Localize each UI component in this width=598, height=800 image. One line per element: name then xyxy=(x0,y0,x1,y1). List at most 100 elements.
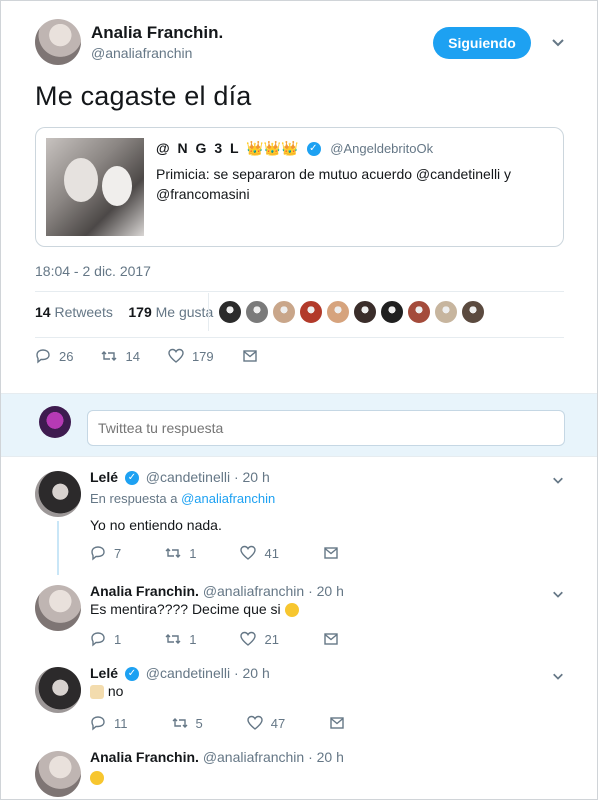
chevron-down-icon[interactable] xyxy=(551,35,565,52)
reply-tweet[interactable]: Lelé ✓ @candetinelli · 20 h no 11 5 47 xyxy=(1,659,597,739)
reply-author-name[interactable]: Analia Franchin. xyxy=(90,583,199,599)
avatar[interactable] xyxy=(35,751,81,797)
reply-header: Lelé ✓ @candetinelli · 20 h xyxy=(90,469,270,486)
reply-count: 7 xyxy=(114,545,122,561)
reply-actions: 11 5 47 xyxy=(90,715,381,731)
current-user-avatar xyxy=(39,406,71,438)
liker-avatar[interactable] xyxy=(218,300,242,324)
liker-avatar[interactable] xyxy=(299,300,323,324)
retweet-icon xyxy=(165,634,181,644)
reply-author-handle[interactable]: @analiafranchin xyxy=(203,749,304,765)
avatar[interactable] xyxy=(35,667,81,713)
thread-line xyxy=(57,521,59,575)
reply-time[interactable]: · 20 h xyxy=(308,583,344,599)
reply-time[interactable]: · 20 h xyxy=(234,469,270,485)
author-handle[interactable]: @analiafranchin xyxy=(91,45,192,61)
avatar[interactable] xyxy=(35,19,81,65)
reply-tweet[interactable]: Analia Franchin. @analiafranchin · 20 h … xyxy=(1,577,597,657)
reply-author-name[interactable]: Lelé xyxy=(90,469,118,485)
reply-actions: 1 1 21 xyxy=(90,631,375,647)
reply-tweet[interactable]: Analia Franchin. @analiafranchin · 20 h xyxy=(1,743,597,799)
quoted-tweet-text: Primicia: se separaron de mutuo acuerdo … xyxy=(156,166,512,202)
message-button[interactable] xyxy=(329,715,353,731)
liker-avatar[interactable] xyxy=(407,300,431,324)
chevron-down-icon[interactable] xyxy=(552,473,564,489)
author-name[interactable]: Analia Franchin. xyxy=(91,23,223,43)
retweets-count[interactable]: 14 xyxy=(35,304,51,320)
retweet-count: 1 xyxy=(189,545,197,561)
retweet-button[interactable]: 1 xyxy=(165,631,196,647)
retweet-button[interactable]: 1 xyxy=(165,545,196,561)
reply-composer xyxy=(1,393,597,457)
liker-avatar[interactable] xyxy=(326,300,350,324)
reply-text: no xyxy=(107,683,124,699)
reply-count: 1 xyxy=(114,631,122,647)
photo-face xyxy=(102,166,132,206)
verified-badge-icon: ✓ xyxy=(124,471,139,486)
reply-time[interactable]: · 20 h xyxy=(234,665,270,681)
like-button[interactable]: 41 xyxy=(240,545,279,561)
reply-author-name[interactable]: Analia Franchin. xyxy=(90,749,199,765)
reply-button[interactable]: 1 xyxy=(90,631,121,647)
quoted-tweet-image[interactable] xyxy=(46,138,144,236)
reply-author-handle[interactable]: @candetinelli xyxy=(146,665,230,681)
reply-icon xyxy=(91,546,105,561)
chevron-down-icon[interactable] xyxy=(552,669,564,685)
tweet-text: Me cagaste el día xyxy=(35,81,252,111)
like-button[interactable]: 47 xyxy=(247,715,285,731)
reply-header: Lelé ✓ @candetinelli · 20 h xyxy=(90,665,270,682)
reply-text: Es mentira???? Decime que si xyxy=(90,601,281,617)
like-count: 179 xyxy=(191,348,214,364)
heart-icon xyxy=(240,545,257,560)
reply-actions: 7 1 41 xyxy=(90,545,375,561)
reply-text-wrap: no xyxy=(90,683,124,700)
retweets-label[interactable]: Retweets xyxy=(54,304,112,320)
retweet-button[interactable]: 5 xyxy=(172,715,203,731)
likers-avatars xyxy=(218,300,488,324)
quoted-author-name: @ N G 3 L xyxy=(156,140,241,156)
reply-button[interactable]: 11 xyxy=(90,715,128,731)
reply-tweet[interactable]: Lelé ✓ @candetinelli · 20 h En respuesta… xyxy=(1,463,597,575)
reply-author-handle[interactable]: @candetinelli xyxy=(146,469,230,485)
reply-input[interactable] xyxy=(87,410,565,446)
like-button[interactable]: 21 xyxy=(240,631,279,647)
envelope-icon xyxy=(330,717,344,729)
message-button[interactable] xyxy=(323,545,347,561)
liker-avatar[interactable] xyxy=(272,300,296,324)
in-reply-handle[interactable]: @analiafranchin xyxy=(181,491,275,506)
likes-count[interactable]: 179 xyxy=(128,304,151,320)
liker-avatar[interactable] xyxy=(353,300,377,324)
like-count: 47 xyxy=(270,715,286,731)
message-button[interactable] xyxy=(323,631,347,647)
likes-label[interactable]: Me gusta xyxy=(156,304,214,320)
retweet-count: 1 xyxy=(189,631,197,647)
following-button[interactable]: Siguiendo xyxy=(433,27,531,59)
liker-avatar[interactable] xyxy=(245,300,269,324)
avatar[interactable] xyxy=(35,471,81,517)
heart-icon xyxy=(240,631,257,646)
liker-avatar[interactable] xyxy=(461,300,485,324)
sad-emoji-icon xyxy=(90,771,104,786)
crown-emoji: 👑👑👑 xyxy=(246,140,299,156)
quoted-tweet[interactable]: @ N G 3 L 👑👑👑 ✓ @AngeldebritoOk Primicia… xyxy=(35,127,564,247)
like-button[interactable]: 179 xyxy=(168,348,214,364)
retweet-count: 5 xyxy=(195,715,203,731)
reply-count: 11 xyxy=(114,715,128,731)
tweet-timestamp[interactable]: 18:04 - 2 dic. 2017 xyxy=(35,263,151,279)
reply-author-name[interactable]: Lelé xyxy=(90,665,118,681)
avatar[interactable] xyxy=(35,585,81,631)
retweet-button[interactable]: 14 xyxy=(101,348,140,364)
divider xyxy=(35,337,564,338)
divider xyxy=(35,291,564,292)
chevron-down-icon[interactable] xyxy=(552,587,564,603)
message-button[interactable] xyxy=(242,348,266,364)
reply-button[interactable]: 7 xyxy=(90,545,121,561)
reply-text: Yo no entiendo nada. xyxy=(90,517,222,533)
reply-author-handle[interactable]: @analiafranchin xyxy=(203,583,304,599)
liker-avatar[interactable] xyxy=(434,300,458,324)
reply-button[interactable]: 26 xyxy=(35,348,73,364)
retweet-icon xyxy=(172,718,187,728)
reply-time[interactable]: · 20 h xyxy=(308,749,344,765)
envelope-icon xyxy=(242,350,257,362)
liker-avatar[interactable] xyxy=(380,300,404,324)
